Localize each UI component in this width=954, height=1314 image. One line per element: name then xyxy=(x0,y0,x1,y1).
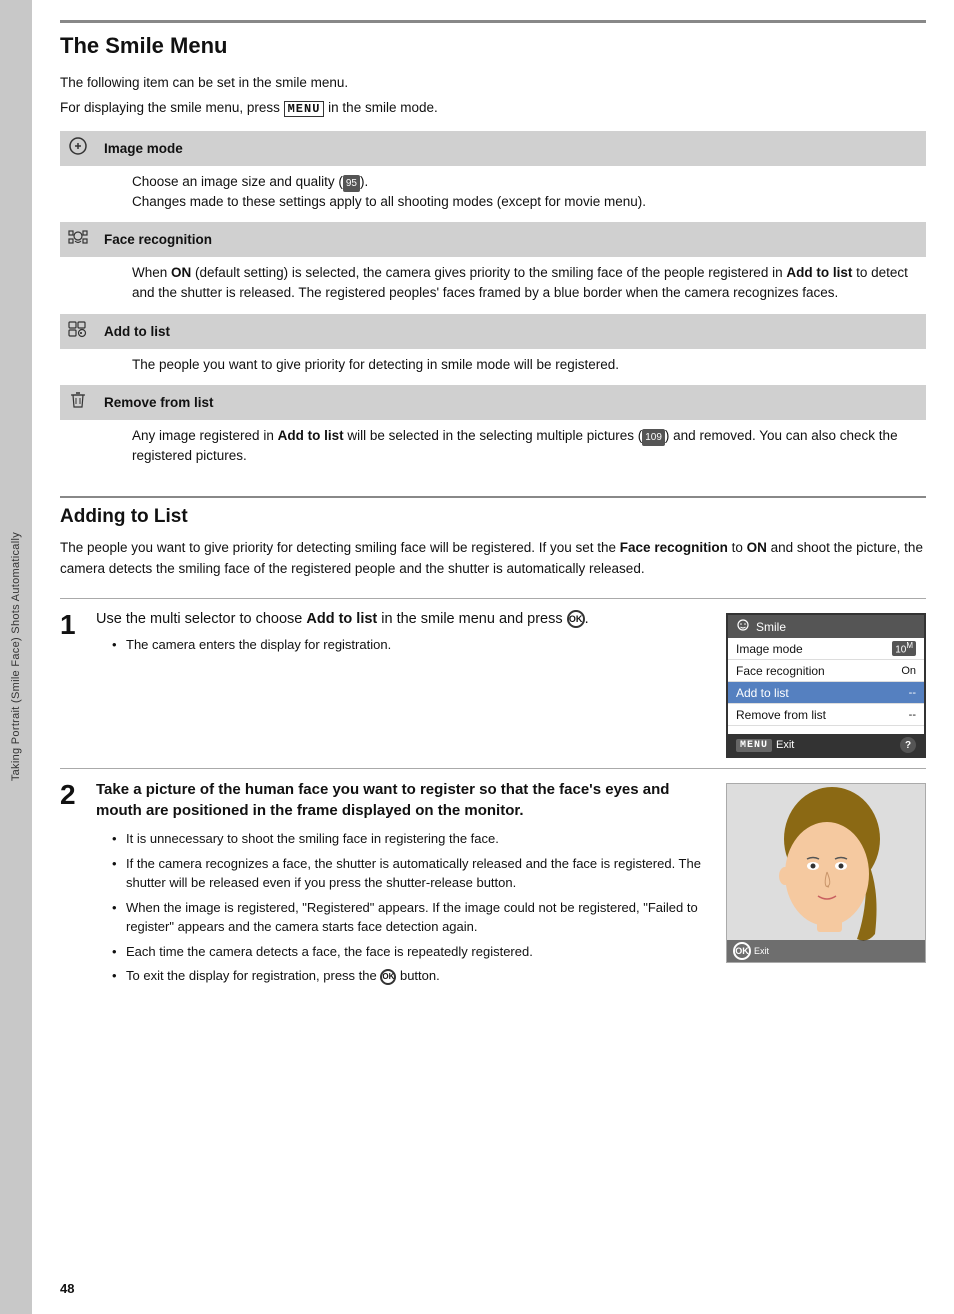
face-recognition-label: Face recognition xyxy=(96,222,926,257)
main-content: The Smile Menu The following item can be… xyxy=(32,0,954,1314)
sidebar: Taking Portrait (Smile Face) Shots Autom… xyxy=(0,0,32,1314)
image-mode-icon xyxy=(60,131,96,166)
footer-exit-label: Exit xyxy=(776,739,794,751)
camera-menu-row-image-mode: Image mode 10M xyxy=(728,638,924,660)
intro-line2-prefix: For displaying the smile menu, press xyxy=(60,100,284,115)
table-row-image-mode-header: Image mode xyxy=(60,131,926,166)
step-2-bullet-3: When the image is registered, "Registere… xyxy=(112,898,714,937)
step-2-bullet-2: If the camera recognizes a face, the shu… xyxy=(112,854,714,893)
face-recognition-icon xyxy=(60,222,96,257)
smile-icon xyxy=(736,618,750,635)
camera-menu-title-label: Smile xyxy=(756,620,786,634)
section-heading-adding: Adding to List xyxy=(60,496,926,528)
face-photo-widget: OK Exit xyxy=(726,783,926,963)
table-row-face-recognition-header: Face recognition xyxy=(60,222,926,257)
image-mode-value: 10M xyxy=(892,641,916,655)
add-to-list-label: Add to list xyxy=(96,314,926,349)
menu-keyword: MENU xyxy=(284,101,325,117)
table-row-image-mode-content: Choose an image size and quality (95). C… xyxy=(60,166,926,223)
menu-button-label: MENU xyxy=(736,739,772,752)
step-1-number: 1 xyxy=(60,609,84,639)
step-1-bullets: The camera enters the display for regist… xyxy=(112,635,714,655)
step-2-title: Take a picture of the human face you wan… xyxy=(96,779,714,821)
menu-table: Image mode Choose an image size and qual… xyxy=(60,131,926,477)
face-photo-footer-label: Exit xyxy=(754,946,769,956)
face-illustration xyxy=(727,784,926,963)
face-recognition-content: When ON (default setting) is selected, t… xyxy=(96,257,926,314)
step-2-bullet-5: To exit the display for registration, pr… xyxy=(112,966,714,986)
image-mode-content: Choose an image size and quality (95). C… xyxy=(96,166,926,223)
add-to-list-icon xyxy=(60,314,96,349)
steps-area: 1 Use the multi selector to choose Add t… xyxy=(60,598,926,1001)
camera-menu-row-face-recognition: Face recognition On xyxy=(728,660,924,682)
step-2-number: 2 xyxy=(60,779,84,809)
step-1: 1 Use the multi selector to choose Add t… xyxy=(60,598,926,768)
ok-button-icon: OK xyxy=(733,942,751,960)
intro-line1: The following item can be set in the smi… xyxy=(60,73,926,93)
table-row-remove-from-list-header: Remove from list xyxy=(60,385,926,420)
add-to-list-content: The people you want to give priority for… xyxy=(96,349,926,385)
camera-menu-title: Smile xyxy=(728,615,924,638)
camera-menu-footer: MENU Exit ? xyxy=(728,734,924,756)
table-row-remove-from-list-content: Any image registered in Add to list will… xyxy=(60,420,926,477)
page-number: 48 xyxy=(60,1281,74,1296)
step-2-face-photo: OK Exit xyxy=(726,779,926,963)
step-2-bullet-4: Each time the camera detects a face, the… xyxy=(112,942,714,962)
step-1-camera-menu: Smile Image mode 10M Face recognition On… xyxy=(726,609,926,758)
step-2-content: Take a picture of the human face you wan… xyxy=(96,779,714,991)
table-row-add-to-list-header: Add to list xyxy=(60,314,926,349)
step-1-content: Use the multi selector to choose Add to … xyxy=(96,609,714,660)
section-intro: The people you want to give priority for… xyxy=(60,538,926,580)
camera-menu-spacer xyxy=(728,726,924,734)
sidebar-label: Taking Portrait (Smile Face) Shots Autom… xyxy=(10,532,22,781)
face-photo-footer: OK Exit xyxy=(727,940,925,962)
intro-line2: For displaying the smile menu, press MEN… xyxy=(60,98,926,118)
camera-menu-row-add-to-list: Add to list -- xyxy=(728,682,924,704)
table-row-face-recognition-content: When ON (default setting) is selected, t… xyxy=(60,257,926,314)
remove-from-list-content: Any image registered in Add to list will… xyxy=(96,420,926,477)
camera-menu-widget: Smile Image mode 10M Face recognition On… xyxy=(726,613,926,758)
remove-from-list-icon xyxy=(60,385,96,420)
page-container: Taking Portrait (Smile Face) Shots Autom… xyxy=(0,0,954,1314)
image-mode-label: Image mode xyxy=(96,131,926,166)
remove-from-list-label: Remove from list xyxy=(96,385,926,420)
intro-line2-suffix: in the smile mode. xyxy=(328,100,438,115)
step-1-title: Use the multi selector to choose Add to … xyxy=(96,609,714,629)
step-1-bullet-1: The camera enters the display for regist… xyxy=(112,635,714,655)
step-2: 2 Take a picture of the human face you w… xyxy=(60,768,926,1001)
page-title: The Smile Menu xyxy=(60,20,926,59)
camera-menu-row-remove-from-list: Remove from list -- xyxy=(728,704,924,726)
step-2-bullets: It is unnecessary to shoot the smiling f… xyxy=(112,829,714,986)
help-icon: ? xyxy=(900,737,916,753)
table-row-add-to-list-content: The people you want to give priority for… xyxy=(60,349,926,385)
step-2-bullet-1: It is unnecessary to shoot the smiling f… xyxy=(112,829,714,849)
